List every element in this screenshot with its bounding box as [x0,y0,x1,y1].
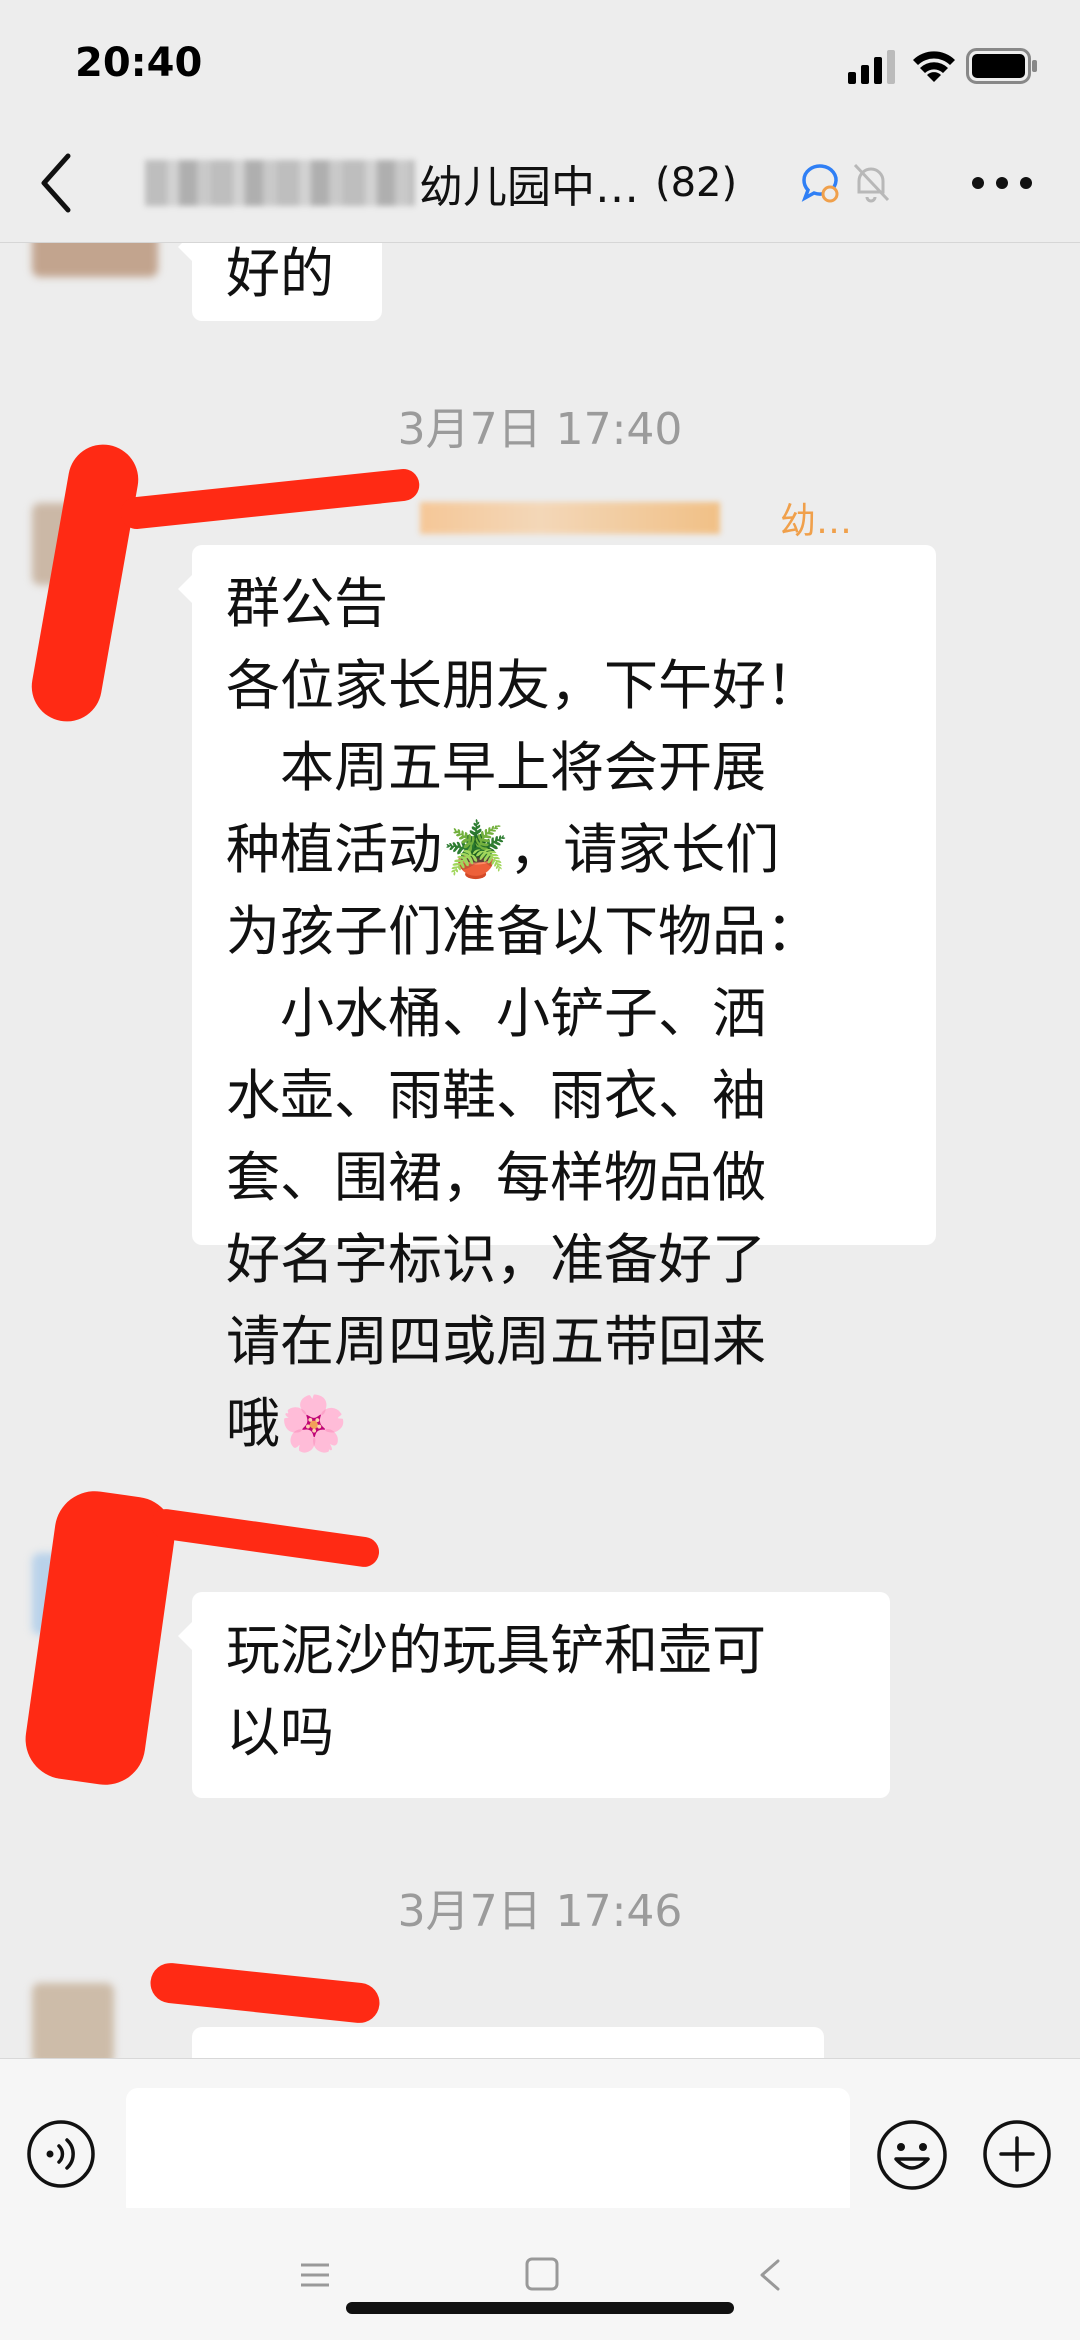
voice-icon[interactable] [26,2119,96,2189]
message-line: 群公告 [226,572,388,635]
red-scribble [149,1507,381,1569]
bell-off-icon [853,163,890,203]
redacted-group-name [145,160,415,206]
chevron-left-icon[interactable] [36,150,76,216]
message-input[interactable] [126,2088,850,2218]
redacted-sender-name [420,502,720,534]
emoji-icon[interactable] [876,2119,948,2191]
home-indicator[interactable] [346,2302,734,2314]
message-bubble[interactable]: 玩泥沙的玩具铲和壶可 以吗 [178,1592,890,1798]
message-line: 套、围裙，每样物品做 [226,1146,766,1209]
chat-bubble-icon [801,164,839,203]
message-line: 好名字标识，准备好了 [226,1228,766,1291]
message-line: 为孩子们准备以下物品： [226,900,820,963]
avatar[interactable] [32,1983,114,2058]
more-icon[interactable] [970,165,1034,201]
home-icon[interactable] [524,2256,560,2292]
message-line: 本周五早上将会开展 [226,736,766,799]
message-line: 水壶、雨鞋、雨衣、袖 [226,1064,766,1127]
message-text: 好的 [226,243,334,305]
chat-title[interactable]: 幼儿园中… (82) [145,150,800,216]
message-list[interactable]: 好的 3月7日 17:40 幼… 群公告 各位家长朋友，下午好！ 本周五早上将会… [0,243,1080,2058]
menu-icon[interactable] [298,2258,332,2292]
signal-icon [848,50,895,84]
message-line: 请在周四或周五带回来 [226,1310,766,1373]
wifi-icon [913,51,955,82]
message-line: 各位家长朋友，下午好！ [226,654,820,717]
message-line: 哦🌸 [226,1392,348,1455]
red-scribble [148,1961,382,2025]
message-bubble[interactable]: 群公告 各位家长朋友，下午好！ 本周五早上将会开展 种植活动🪴，请家长们 为孩子… [178,545,936,1455]
status-time: 20:40 [75,40,203,86]
avatar[interactable] [32,243,158,277]
battery-icon [966,48,1037,84]
message-line: 玩泥沙的玩具铲和壶可 [226,1619,766,1682]
message-bubble[interactable] [192,2027,824,2058]
member-count: (82) [655,160,738,206]
plus-icon[interactable] [982,2119,1052,2189]
message-line: 小水桶、小铲子、洒 [226,982,766,1045]
timestamp: 3月7日 17:46 [397,1886,683,1937]
message-bubble[interactable]: 好的 [178,243,382,321]
chat-title-text: 幼儿园中… [419,162,639,213]
timestamp: 3月7日 17:40 [397,404,683,455]
sender-name-text: 幼… [780,501,853,542]
message-line: 种植活动🪴，请家长们 [226,818,780,881]
back-icon[interactable] [757,2258,783,2292]
message-line: 以吗 [226,1701,334,1764]
